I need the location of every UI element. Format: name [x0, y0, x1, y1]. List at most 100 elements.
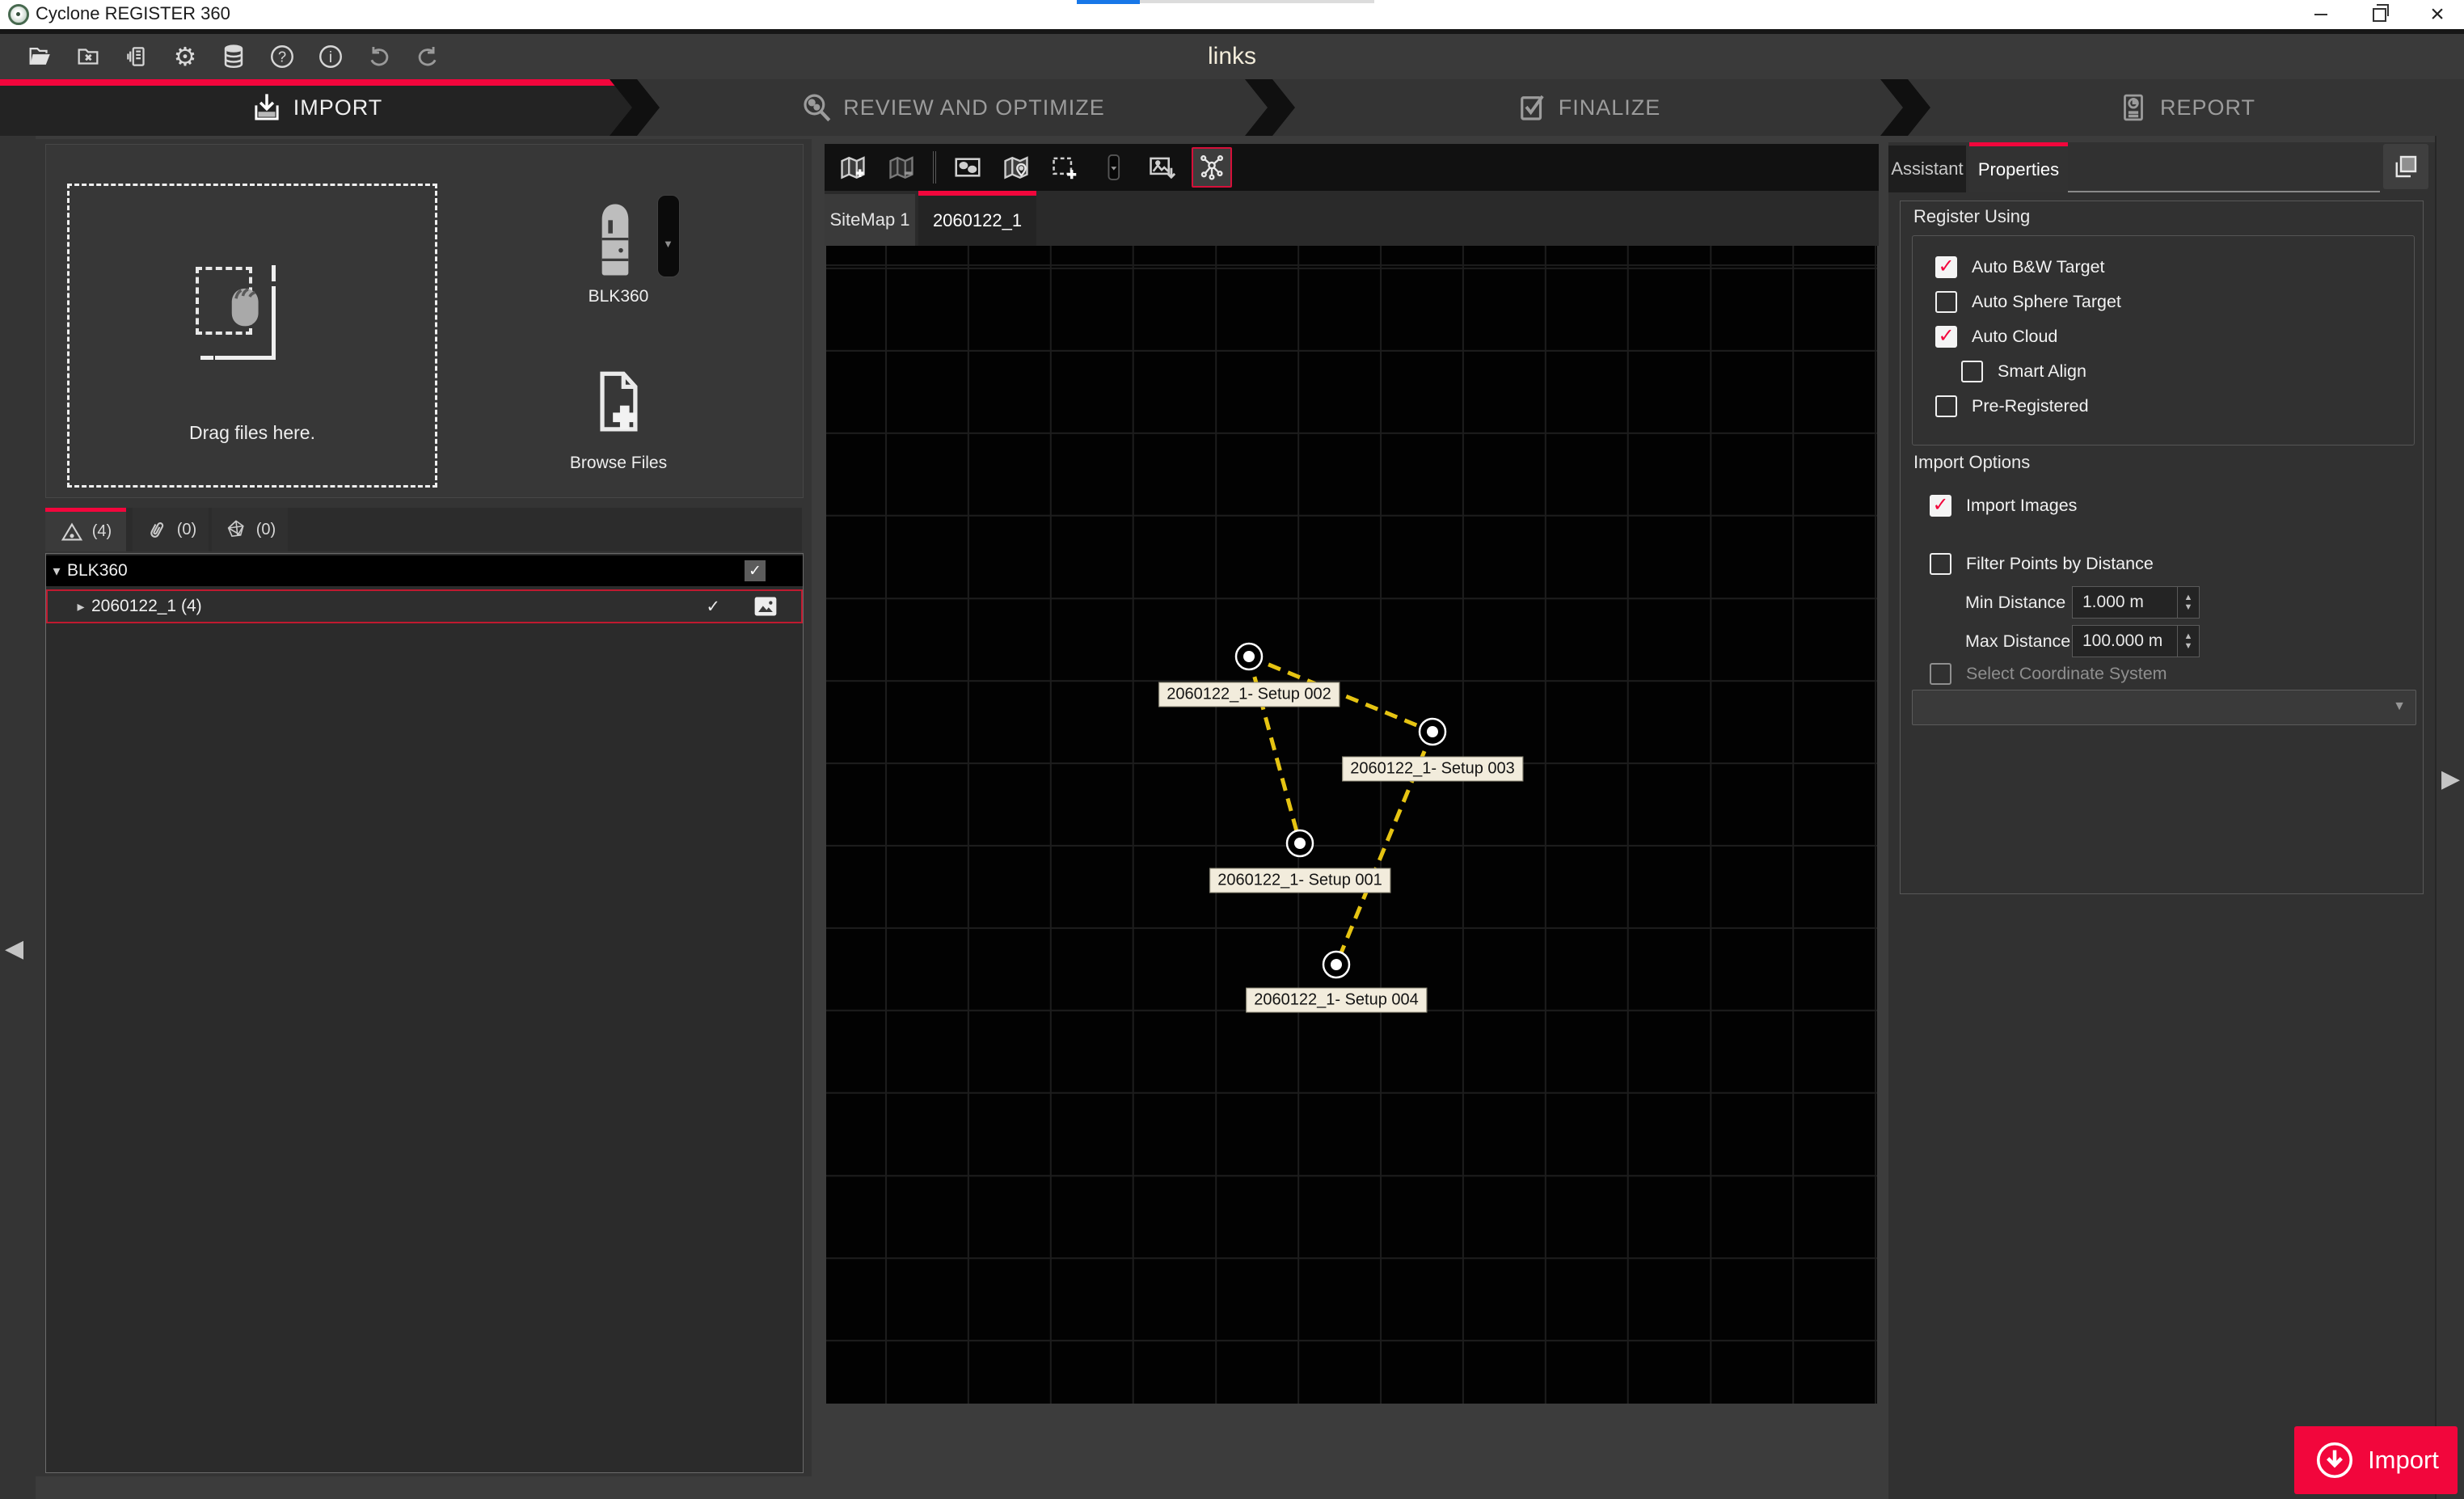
- option-auto-cloud[interactable]: ✓ Auto Cloud: [1935, 323, 2057, 349]
- option-smart-align[interactable]: ✓ Smart Align: [1961, 358, 2086, 384]
- checkbox[interactable]: ✓: [1930, 663, 1951, 685]
- checkbox[interactable]: ✓: [1930, 495, 1951, 517]
- tree-row-root[interactable]: ▾ BLK360 ✓: [46, 555, 803, 586]
- min-distance-input[interactable]: 1.000 m ▲▼: [2072, 586, 2200, 619]
- checkbox[interactable]: ✓: [1935, 395, 1957, 417]
- close-project-icon[interactable]: [73, 40, 103, 74]
- undo-icon[interactable]: [364, 40, 394, 74]
- setup-node[interactable]: [1323, 952, 1349, 978]
- option-label: Smart Align: [1998, 361, 2086, 382]
- option-filter-points[interactable]: ✓ Filter Points by Distance: [1930, 551, 2154, 576]
- collapse-icon[interactable]: ▾: [46, 563, 67, 580]
- tab-warnings[interactable]: (4): [45, 508, 126, 551]
- workflow-bar: IMPORT REVIEW AND OPTIMIZE FINALIZE REPO…: [0, 79, 2464, 136]
- layout-windows-icon[interactable]: [2383, 144, 2428, 189]
- spinner-arrows[interactable]: ▲▼: [2177, 626, 2199, 657]
- close-button[interactable]: ×: [2412, 0, 2462, 29]
- checkbox[interactable]: ✓: [1935, 326, 1957, 348]
- toolbar-separator: [933, 151, 936, 184]
- expand-icon[interactable]: ▸: [70, 598, 91, 615]
- setup-node[interactable]: [1287, 830, 1313, 856]
- tab-sitemap-1[interactable]: SiteMap 1: [825, 194, 915, 246]
- option-auto-sphere-target[interactable]: ✓ Auto Sphere Target: [1935, 289, 2121, 315]
- option-pre-registered[interactable]: ✓ Pre-Registered: [1935, 393, 2089, 419]
- max-distance-value[interactable]: 100.000 m: [2073, 631, 2177, 651]
- setup-node-label[interactable]: 2060122_1- Setup 002: [1158, 682, 1340, 707]
- sitemap-toolbar: [825, 144, 1879, 191]
- tree-row-dataset[interactable]: ▸ 2060122_1 (4) ✓: [46, 589, 803, 623]
- checkbox[interactable]: ✓: [1935, 291, 1957, 313]
- left-panel-gutter: ◀: [0, 136, 36, 1499]
- setup-node-label[interactable]: 2060122_1- Setup 003: [1342, 757, 1523, 782]
- max-distance-input[interactable]: 100.000 m ▲▼: [2072, 625, 2200, 657]
- scanner-option-slider[interactable]: ▼: [657, 195, 680, 277]
- option-auto-bw-target[interactable]: ✓ Auto B&W Target: [1935, 254, 2105, 280]
- selection-add-button[interactable]: [1046, 149, 1083, 186]
- opacity-slider[interactable]: [1095, 149, 1132, 186]
- sitemap-canvas[interactable]: 2060122_1- Setup 002 2060122_1- Setup 003…: [826, 246, 1877, 1404]
- expand-right-panel-icon[interactable]: ▶: [2441, 765, 2460, 793]
- open-project-icon[interactable]: [24, 40, 55, 74]
- import-sources-section: Drag files here. ▼ BLK360 Browse Files: [45, 144, 804, 498]
- setup-node[interactable]: [1420, 719, 1445, 745]
- tab-label: Assistant: [1891, 158, 1963, 179]
- sitemap-location-button[interactable]: [998, 149, 1035, 186]
- drop-zone[interactable]: Drag files here.: [67, 184, 437, 488]
- remove-sitemap-button[interactable]: [883, 149, 920, 186]
- option-select-coordinate-system[interactable]: ✓ Select Coordinate System: [1930, 661, 2167, 686]
- workflow-step-import[interactable]: IMPORT: [0, 79, 632, 136]
- tree-root-label: BLK360: [67, 561, 128, 581]
- settings-gear-icon[interactable]: ⚙: [170, 40, 200, 74]
- tab-attachments[interactable]: (0): [133, 508, 209, 551]
- progress-indicator-track: [1140, 0, 1374, 3]
- minimize-button[interactable]: [2296, 0, 2346, 29]
- checkbox[interactable]: ✓: [1935, 256, 1957, 278]
- spinner-arrows[interactable]: ▲▼: [2177, 587, 2199, 618]
- workflow-step-finalize[interactable]: FINALIZE: [1272, 79, 1903, 136]
- coordinate-system-dropdown[interactable]: ▼: [1912, 690, 2416, 725]
- add-sitemap-button[interactable]: [834, 149, 871, 186]
- tab-dataset[interactable]: 2060122_1: [918, 191, 1036, 246]
- blk360-scanner-icon[interactable]: [593, 201, 638, 279]
- device-panel-icon[interactable]: [121, 40, 152, 74]
- option-label: Auto B&W Target: [1972, 257, 2105, 277]
- main-toolbar: ⚙ ? i: [0, 34, 2464, 79]
- root-checkbox[interactable]: ✓: [745, 560, 766, 581]
- import-download-icon: [2313, 1438, 2356, 1482]
- option-label: Pre-Registered: [1972, 396, 2089, 416]
- setup-node-label[interactable]: 2060122_1- Setup 004: [1246, 988, 1427, 1013]
- restore-button[interactable]: [2354, 0, 2404, 29]
- dataset-check-icon[interactable]: ✓: [706, 597, 720, 617]
- browse-files-label[interactable]: Browse Files: [530, 454, 707, 473]
- setup-node[interactable]: [1236, 644, 1262, 669]
- collapse-left-panel-icon[interactable]: ◀: [5, 935, 23, 963]
- workflow-step-review-and-optimize[interactable]: REVIEW AND OPTIMIZE: [637, 79, 1268, 136]
- workflow-step-report[interactable]: REPORT: [1908, 79, 2464, 136]
- database-icon[interactable]: [218, 40, 249, 74]
- properties-panel: Assistant Properties Register Using ✓ Au…: [1888, 142, 2435, 1499]
- help-icon[interactable]: ?: [267, 40, 297, 74]
- checkbox[interactable]: ✓: [1961, 361, 1983, 382]
- import-button-label: Import: [2368, 1446, 2439, 1475]
- redo-icon[interactable]: [412, 40, 443, 74]
- min-distance-value[interactable]: 1.000 m: [2073, 593, 2177, 612]
- finalize-icon: [1515, 91, 1549, 125]
- window-title: Cyclone REGISTER 360: [36, 3, 230, 24]
- tab-label: SiteMap 1: [829, 209, 909, 230]
- tab-assistant[interactable]: Assistant: [1888, 146, 1966, 192]
- review-icon: [800, 91, 833, 125]
- import-button[interactable]: Import: [2294, 1426, 2458, 1494]
- image-export-button[interactable]: [1143, 149, 1180, 186]
- checkbox[interactable]: ✓: [1930, 553, 1951, 575]
- geo-image-button[interactable]: [949, 149, 986, 186]
- dataset-image-icon[interactable]: [753, 595, 778, 618]
- register-using-title: Register Using: [1913, 206, 2030, 227]
- info-icon[interactable]: i: [315, 40, 346, 74]
- links-mode-button[interactable]: [1192, 147, 1232, 188]
- option-import-images[interactable]: ✓ Import Images: [1930, 492, 2077, 518]
- tab-properties[interactable]: Properties: [1969, 142, 2068, 192]
- title-bar: Cyclone REGISTER 360 ×: [0, 0, 2464, 29]
- setup-node-label[interactable]: 2060122_1- Setup 001: [1209, 868, 1390, 893]
- tab-bundles[interactable]: (0): [212, 508, 288, 551]
- browse-files-icon[interactable]: [589, 368, 646, 444]
